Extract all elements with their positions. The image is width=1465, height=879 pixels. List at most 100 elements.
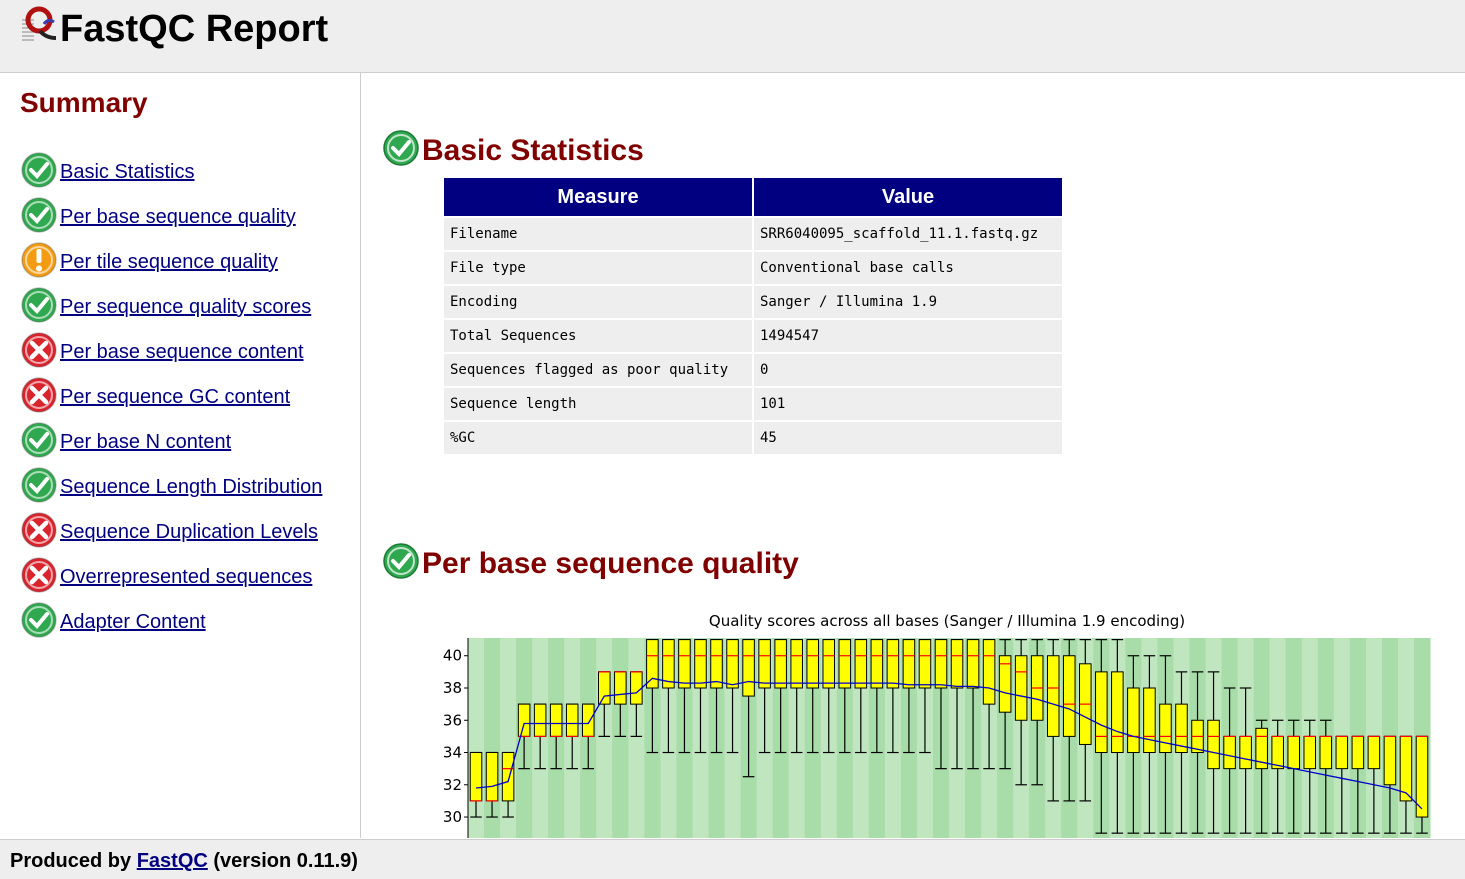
quality-boxplot-chart: 30 32 34 36 38 40 Quality scores across all ba…: [421, 603, 1465, 838]
summary-link[interactable]: Per tile sequence quality: [60, 251, 278, 274]
summary-link[interactable]: Per sequence GC content: [60, 386, 290, 409]
summary-item: Adapter Content: [20, 601, 322, 646]
pass-icon: [383, 130, 419, 166]
quartile-box: [1271, 735, 1284, 770]
quartile-box: [774, 639, 787, 689]
footer-suffix: (version 0.11.9): [207, 850, 358, 872]
summary-title: Summary: [20, 87, 148, 118]
quartile-box: [1335, 735, 1349, 770]
quartile-box: [1303, 735, 1317, 770]
background-stripe: [628, 638, 645, 838]
basic-statistics-heading: Basic Statistics: [382, 129, 644, 167]
column-header-value: Value: [754, 178, 1062, 216]
pass-icon: [21, 152, 57, 188]
quartile-box: [533, 703, 547, 737]
quartile-box: [598, 671, 611, 705]
pass-icon: [21, 287, 57, 323]
column-header-measure: Measure: [444, 178, 752, 216]
summary-item: Per base sequence quality: [20, 196, 322, 241]
value-cell: Sanger / Illumina 1.9: [754, 286, 1062, 318]
quartile-box: [758, 639, 771, 689]
quartile-box: [854, 639, 868, 689]
quartile-box: [902, 639, 916, 689]
quartile-box: [469, 752, 483, 802]
quartile-box: [822, 639, 836, 689]
summary-link[interactable]: Per base sequence quality: [60, 206, 296, 229]
quality-boxplot-svg: 30 32 34 36 38 40 Quality scores across all ba…: [443, 612, 1431, 838]
y-tick-label: 34: [443, 744, 462, 762]
quartile-box: [1127, 687, 1140, 754]
quartile-box: [1223, 735, 1236, 770]
background-stripe: [596, 638, 613, 838]
quartile-box: [1062, 655, 1076, 737]
quartile-box: [1014, 655, 1028, 721]
quartile-box: [1287, 735, 1300, 770]
pass-icon: [21, 197, 57, 233]
quartile-box: [886, 639, 900, 689]
measure-cell: Sequence length: [444, 388, 752, 420]
y-tick-label: 38: [443, 679, 462, 697]
quartile-box: [806, 639, 819, 689]
quartile-box: [1367, 735, 1381, 770]
value-cell: 101: [754, 388, 1062, 420]
summary-link[interactable]: Sequence Length Distribution: [60, 476, 322, 499]
quartile-box: [950, 639, 964, 689]
value-cell: 45: [754, 422, 1062, 454]
report-header: FastQC Report: [0, 0, 1465, 73]
table-row: File type Conventional base calls: [444, 252, 1062, 284]
table-row: %GC 45: [444, 422, 1062, 454]
summary-link[interactable]: Adapter Content: [60, 611, 206, 634]
background-stripe: [612, 638, 629, 838]
summary-item: Basic Statistics: [20, 151, 322, 196]
measure-cell: Total Sequences: [444, 320, 752, 352]
summary-item: Sequence Duplication Levels: [20, 511, 322, 556]
quartile-box: [918, 639, 932, 689]
y-tick-label: 40: [443, 647, 462, 665]
summary-link[interactable]: Per sequence quality scores: [60, 296, 311, 319]
quartile-box: [726, 639, 739, 689]
quartile-box: [485, 752, 499, 802]
quartile-box: [934, 639, 948, 689]
fastqc-link[interactable]: FastQC: [137, 850, 208, 872]
summary-item: Per tile sequence quality: [20, 241, 322, 286]
quartile-box: [1319, 735, 1333, 770]
summary-list: Basic Statistics Per base sequence qualit…: [20, 151, 322, 646]
summary-item: Sequence Length Distribution: [20, 466, 322, 511]
basic-statistics-title: Basic Statistics: [422, 134, 644, 167]
y-tick-label: 30: [443, 808, 462, 826]
table-row: Encoding Sanger / Illumina 1.9: [444, 286, 1062, 318]
quartile-box: [870, 639, 884, 689]
summary-link[interactable]: Overrepresented sequences: [60, 566, 312, 589]
pass-icon: [21, 422, 57, 458]
quartile-box: [1143, 687, 1156, 754]
basic-statistics-table: Measure Value Filename SRR6040095_scaffol…: [442, 176, 1064, 456]
quartile-box: [549, 703, 563, 737]
measure-cell: %GC: [444, 422, 752, 454]
quartile-box: [710, 639, 723, 689]
quartile-box: [1159, 703, 1172, 754]
value-cell: 0: [754, 354, 1062, 386]
quartile-box: [1383, 735, 1397, 786]
summary-link[interactable]: Per base N content: [60, 431, 231, 454]
summary-item: Overrepresented sequences: [20, 556, 322, 601]
value-cell: SRR6040095_scaffold_11.1.fastq.gz: [754, 218, 1062, 250]
fail-icon: [21, 557, 57, 593]
value-cell: Conventional base calls: [754, 252, 1062, 284]
pass-icon: [21, 467, 57, 503]
table-row: Sequence length 101: [444, 388, 1062, 420]
quartile-box: [838, 639, 852, 689]
table-row: Total Sequences 1494547: [444, 320, 1062, 352]
quartile-box: [694, 639, 707, 689]
quartile-box: [501, 752, 515, 802]
quartile-box: [646, 639, 659, 689]
per-base-quality-heading: Per base sequence quality: [382, 542, 799, 580]
summary-link[interactable]: Basic Statistics: [60, 161, 194, 184]
quartile-box: [966, 639, 980, 689]
summary-sidebar: Summary Basic Statistics Per base sequenc…: [0, 73, 361, 838]
summary-link[interactable]: Per base sequence content: [60, 341, 304, 364]
quartile-box: [1207, 719, 1220, 770]
quartile-box: [1111, 671, 1124, 754]
summary-link[interactable]: Sequence Duplication Levels: [60, 521, 318, 544]
pass-icon: [21, 602, 57, 638]
quartile-box: [630, 671, 643, 705]
